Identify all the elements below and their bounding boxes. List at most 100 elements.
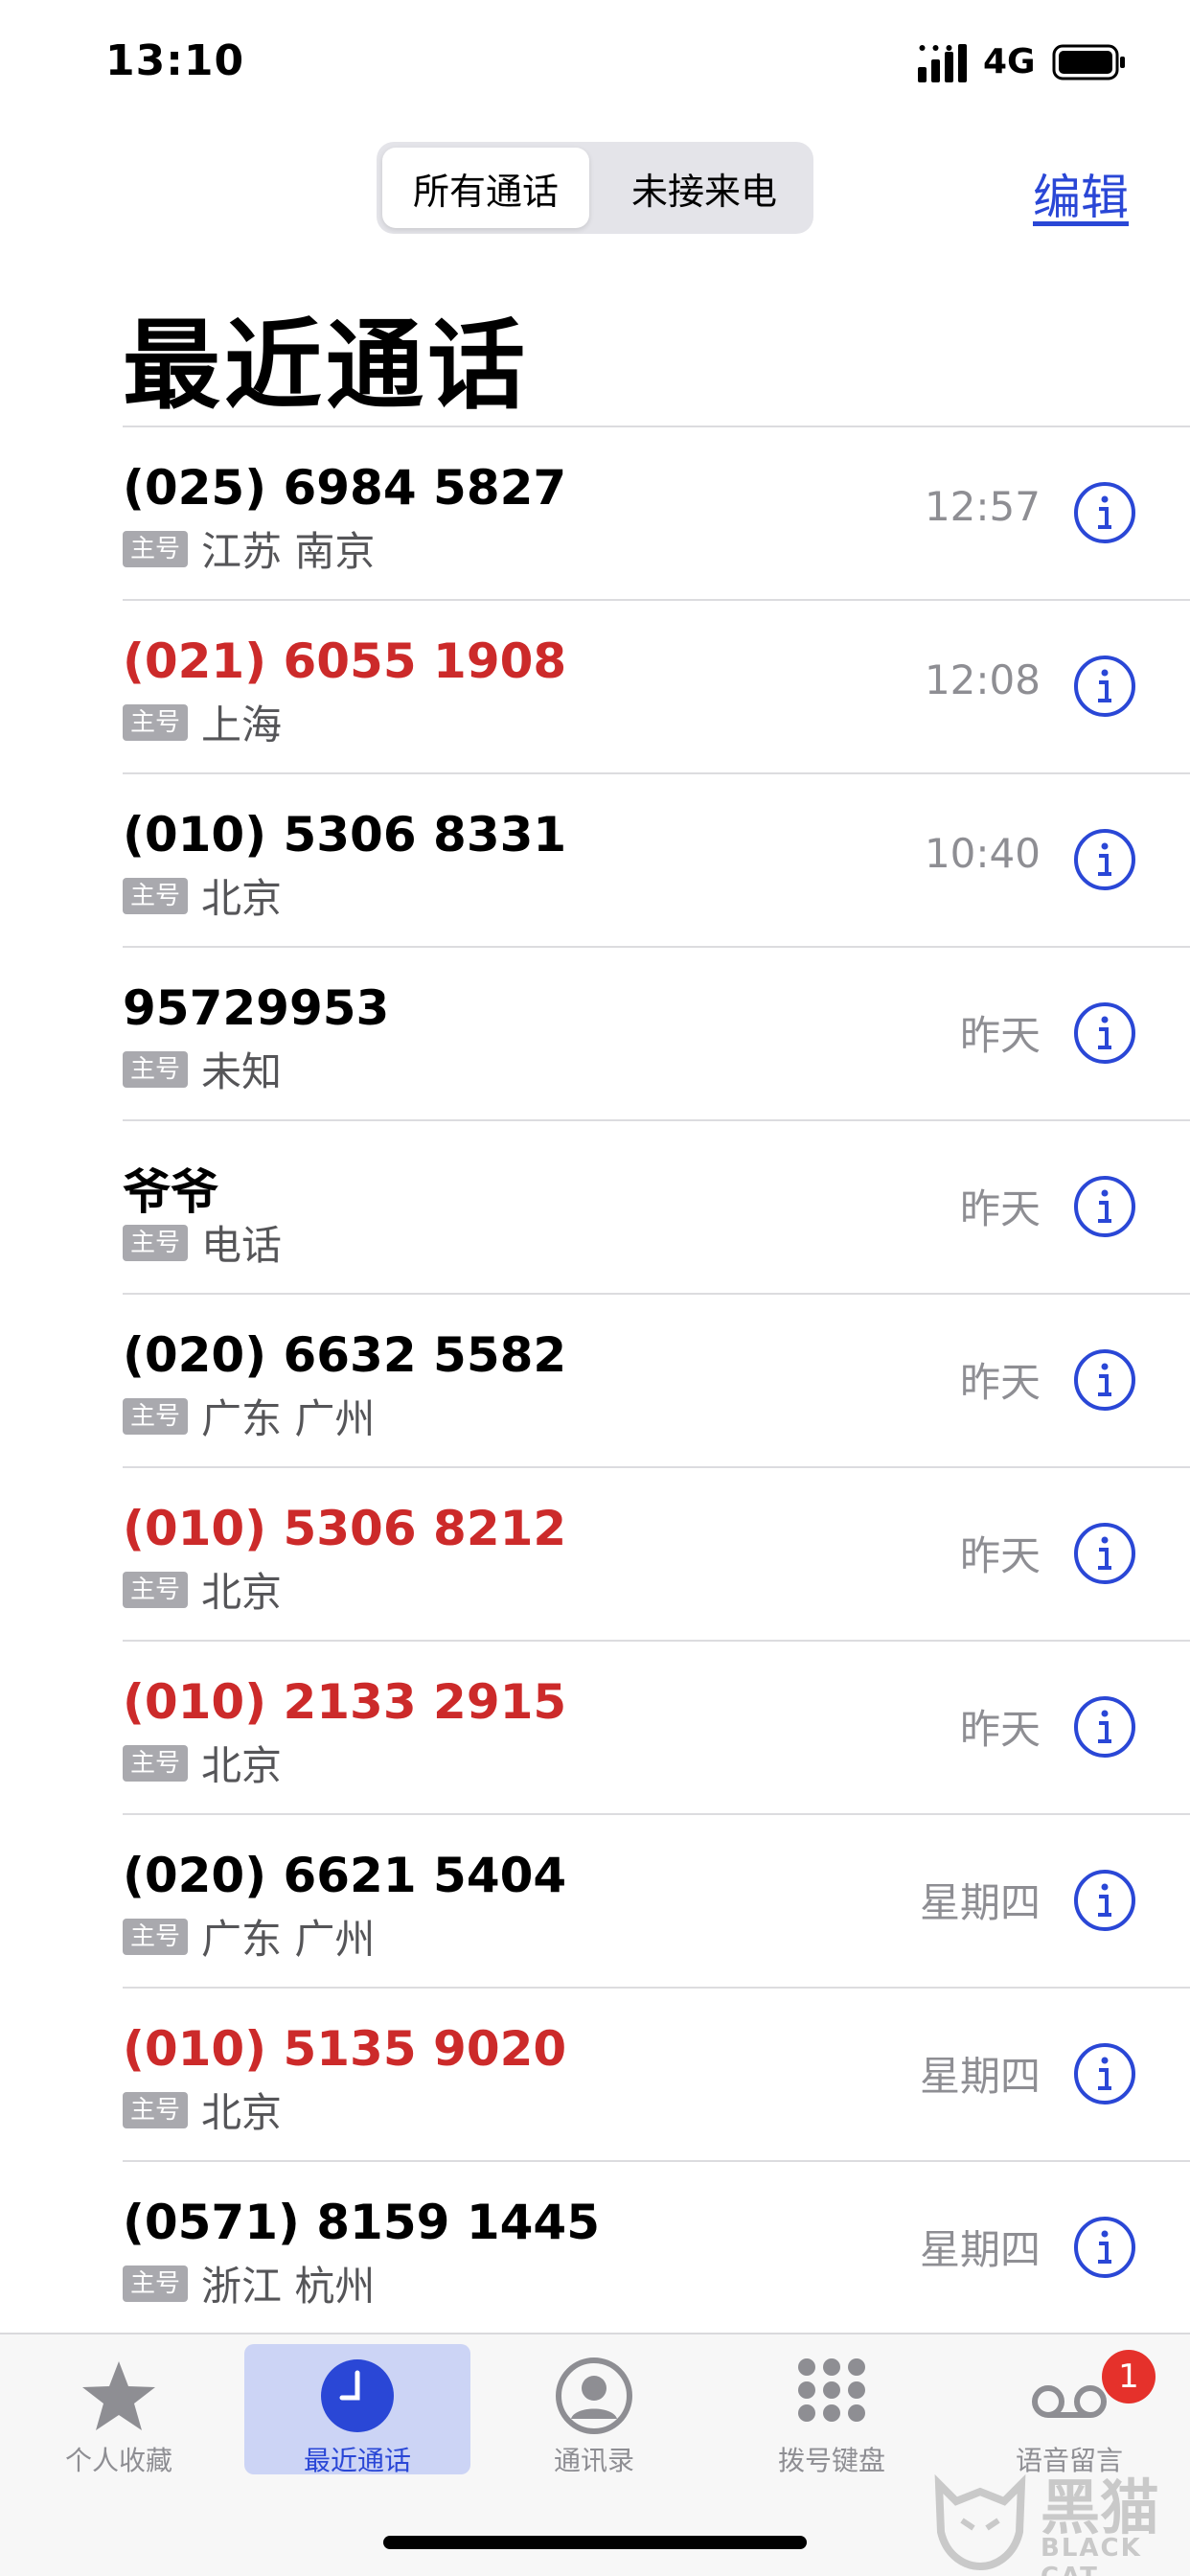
tab-favorites[interactable]: 个人收藏 [6, 2344, 232, 2476]
clock-icon [321, 2359, 394, 2432]
call-time: 昨天 [959, 1532, 1041, 1579]
caller-name: (020) 6621 5404 [123, 1848, 567, 1903]
caller-name: (010) 5135 9020 [123, 2021, 567, 2077]
watermark-title: 黑猫 [1041, 2472, 1160, 2542]
number-type-tag: 主号 [123, 877, 189, 914]
call-time: 昨天 [959, 1706, 1041, 1753]
tab-label: 个人收藏 [64, 2445, 172, 2476]
call-time: 10:40 [924, 830, 1041, 877]
info-icon[interactable] [1073, 1695, 1136, 1759]
call-row[interactable]: (020) 6621 5404 主号 广东 广州 星期四 [123, 1815, 1190, 1989]
caller-name: (021) 6055 1908 [123, 633, 567, 689]
caller-detail: 主号 北京 [123, 2081, 282, 2139]
caller-location: 江苏 南京 [201, 528, 376, 575]
call-time: 昨天 [959, 1185, 1041, 1232]
info-icon[interactable] [1073, 1869, 1136, 1932]
number-type-tag: 主号 [123, 2265, 189, 2302]
call-time: 星期四 [919, 2053, 1041, 2100]
call-row[interactable]: (010) 5306 8212 主号 北京 昨天 [123, 1468, 1190, 1642]
caller-name: (010) 2133 2915 [123, 1674, 567, 1730]
caller-location: 北京 [201, 875, 283, 922]
tab-label: 通讯录 [553, 2445, 634, 2476]
watermark: 黑猫 BLACK CAT [927, 2465, 1186, 2576]
caller-detail: 主号 北京 [123, 1560, 282, 1619]
caller-detail: 主号 未知 [123, 1040, 282, 1098]
battery-icon [1052, 44, 1125, 80]
caller-name: (020) 6632 5582 [123, 1327, 567, 1383]
call-row[interactable]: (010) 5306 8331 主号 北京 10:40 [123, 774, 1190, 948]
info-icon[interactable] [1073, 1175, 1136, 1238]
info-icon[interactable] [1073, 1348, 1136, 1412]
caller-detail: 主号 广东 广州 [123, 1907, 375, 1966]
number-type-tag: 主号 [123, 530, 189, 567]
caller-detail: 主号 广东 广州 [123, 1387, 375, 1445]
segment-missed-calls[interactable]: 未接来电 [601, 148, 808, 228]
call-time: 昨天 [959, 1012, 1041, 1059]
caller-location: 北京 [201, 2089, 283, 2136]
call-filter-segmented-control: 所有通话 未接来电 [377, 142, 813, 234]
call-time: 12:57 [924, 483, 1041, 530]
call-row[interactable]: (0571) 8159 1445 主号 浙江 杭州 星期四 [123, 2162, 1190, 2335]
info-icon[interactable] [1073, 481, 1136, 544]
number-type-tag: 主号 [123, 1918, 189, 1955]
caller-detail: 主号 北京 [123, 866, 282, 925]
voicemail-badge: 1 [1102, 2350, 1156, 2404]
number-type-tag: 主号 [123, 2091, 189, 2128]
call-row[interactable]: 95729953 主号 未知 昨天 [123, 948, 1190, 1121]
caller-location: 上海 [201, 702, 283, 748]
caller-detail: 主号 北京 [123, 1734, 282, 1792]
tab-label: 最近通话 [303, 2445, 411, 2476]
tab-voicemail[interactable]: 1 语音留言 [956, 2344, 1182, 2476]
caller-location: 未知 [201, 1048, 283, 1095]
tab-recents[interactable]: 最近通话 [244, 2344, 470, 2476]
call-row[interactable]: (010) 2133 2915 主号 北京 昨天 [123, 1642, 1190, 1815]
number-type-tag: 主号 [123, 1397, 189, 1435]
info-icon[interactable] [1073, 655, 1136, 718]
status-time: 13:10 [105, 36, 245, 85]
recent-calls-list: (025) 6984 5827 主号 江苏 南京 12:57 (021) 605… [123, 426, 1190, 2335]
number-type-tag: 主号 [123, 1050, 189, 1088]
tab-keypad[interactable]: 拨号键盘 [719, 2344, 945, 2476]
status-bar: 13:10 4G [0, 0, 1190, 134]
caller-location: 浙江 杭州 [201, 2263, 376, 2310]
info-icon[interactable] [1073, 2216, 1136, 2279]
call-row[interactable]: 爷爷 主号 电话 昨天 [123, 1121, 1190, 1295]
cat-logo-icon [934, 2473, 1026, 2570]
caller-name: (025) 6984 5827 [123, 460, 567, 516]
info-icon[interactable] [1073, 2042, 1136, 2105]
number-type-tag: 主号 [123, 1571, 189, 1608]
number-type-tag: 主号 [123, 1744, 189, 1782]
call-time: 星期四 [919, 1879, 1041, 1926]
info-icon[interactable] [1073, 828, 1136, 891]
segment-all-calls[interactable]: 所有通话 [382, 148, 589, 228]
call-row[interactable]: (010) 5135 9020 主号 北京 星期四 [123, 1989, 1190, 2162]
call-time: 星期四 [919, 2226, 1041, 2273]
caller-location: 北京 [201, 1569, 283, 1616]
caller-location: 广东 广州 [201, 1916, 376, 1963]
call-row[interactable]: (020) 6632 5582 主号 广东 广州 昨天 [123, 1295, 1190, 1468]
caller-location: 广东 广州 [201, 1395, 376, 1442]
keypad-icon [798, 2358, 865, 2422]
tab-contacts[interactable]: 通讯录 [481, 2344, 707, 2476]
edit-button[interactable]: 编辑 [1033, 159, 1129, 228]
number-type-tag: 主号 [123, 703, 189, 741]
caller-detail: 主号 江苏 南京 [123, 519, 375, 578]
caller-location: 北京 [201, 1742, 283, 1789]
network-label: 4G [983, 42, 1036, 81]
caller-location: 电话 [201, 1222, 283, 1269]
info-icon[interactable] [1073, 1001, 1136, 1065]
call-row[interactable]: (025) 6984 5827 主号 江苏 南京 12:57 [123, 427, 1190, 601]
page-title: 最近通话 [123, 310, 529, 424]
call-row[interactable]: (021) 6055 1908 主号 上海 12:08 [123, 601, 1190, 774]
caller-name: (0571) 8159 1445 [123, 2195, 600, 2250]
caller-name: 95729953 [123, 980, 390, 1036]
signal-icon [918, 44, 967, 82]
caller-detail: 主号 浙江 杭州 [123, 2254, 375, 2312]
home-indicator[interactable] [383, 2536, 807, 2549]
info-icon[interactable] [1073, 1522, 1136, 1585]
watermark-subtitle: BLACK CAT [1041, 2534, 1142, 2576]
tab-label: 拨号键盘 [777, 2445, 885, 2476]
caller-name: (010) 5306 8212 [123, 1501, 567, 1556]
star-icon [82, 2361, 155, 2430]
call-time: 12:08 [924, 656, 1041, 703]
